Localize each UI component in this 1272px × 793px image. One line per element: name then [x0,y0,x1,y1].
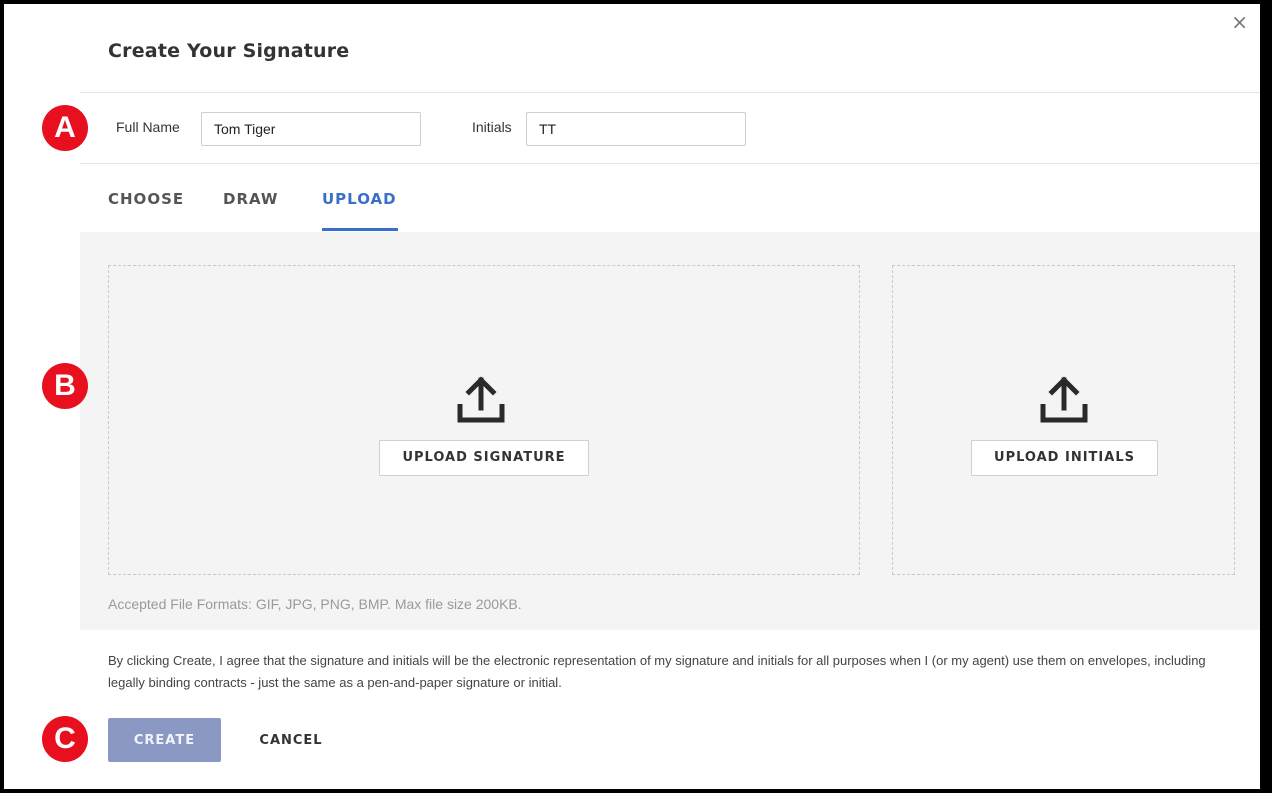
create-button[interactable]: CREATE [108,718,221,762]
tab-choose[interactable]: CHOOSE [108,190,184,208]
full-name-label: Full Name [116,119,180,135]
name-fields-row: Full Name Initials [80,93,1260,163]
dialog-title: Create Your Signature [108,40,350,62]
upload-icon [457,376,505,423]
initials-input[interactable] [526,112,746,146]
upload-initials-button[interactable]: UPLOAD INITIALS [971,440,1158,476]
cancel-button[interactable]: CANCEL [236,718,346,762]
tab-draw[interactable]: DRAW [223,190,278,208]
initials-label: Initials [472,119,512,135]
initials-drop-zone[interactable]: UPLOAD INITIALS [892,265,1235,575]
callout-marker-a: A [42,105,88,151]
consent-text: By clicking Create, I agree that the sig… [108,653,1206,690]
upload-panel: UPLOAD SIGNATURE UPLOAD INITIALS Accepte… [80,232,1260,630]
full-name-input[interactable] [201,112,421,146]
upload-icon [1040,376,1088,423]
right-border [1260,0,1272,793]
tab-upload[interactable]: UPLOAD [322,190,397,208]
active-tab-indicator [322,228,398,231]
accepted-formats-note: Accepted File Formats: GIF, JPG, PNG, BM… [108,596,522,612]
signature-dialog: × Create Your Signature Full Name Initia… [4,4,1260,789]
close-icon[interactable]: × [1231,12,1248,32]
divider [80,163,1260,164]
upload-signature-button[interactable]: UPLOAD SIGNATURE [379,440,589,476]
signature-drop-zone[interactable]: UPLOAD SIGNATURE [108,265,860,575]
callout-marker-c: C [42,716,88,762]
callout-marker-b: B [42,363,88,409]
